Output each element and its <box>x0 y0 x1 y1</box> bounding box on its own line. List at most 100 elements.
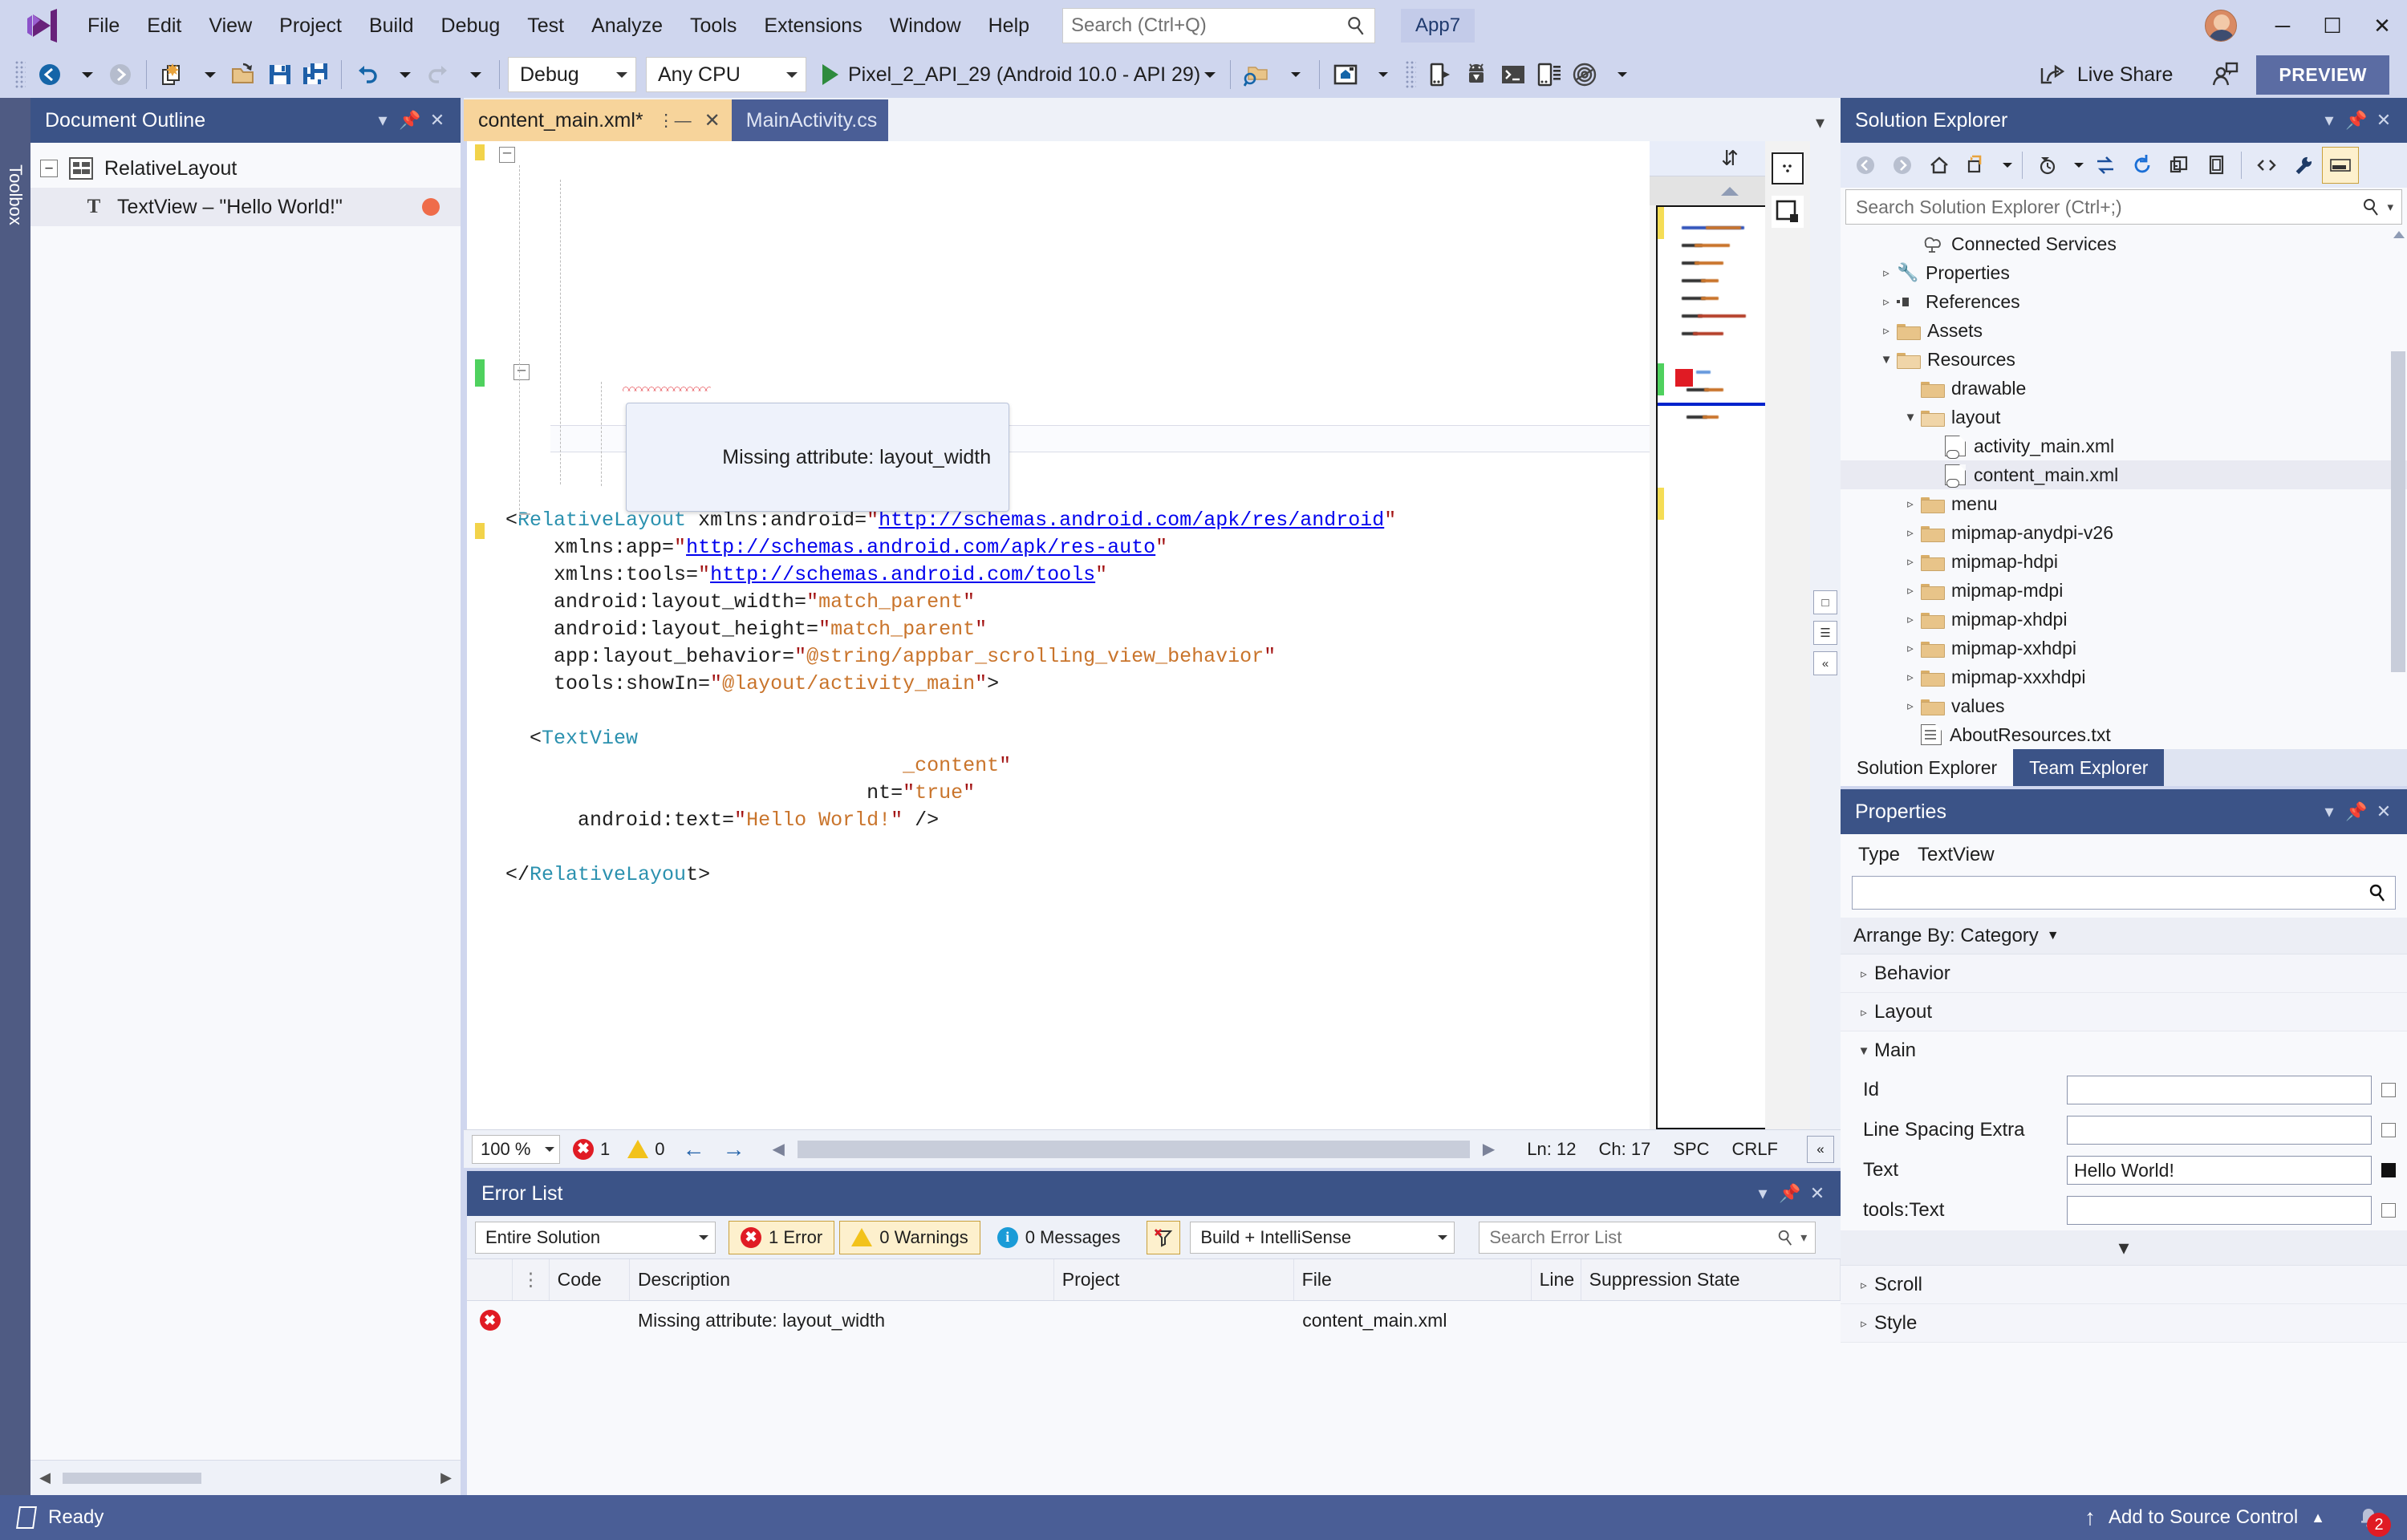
property-value-input[interactable]: Hello World! <box>2067 1156 2372 1185</box>
profiler-dropdown[interactable] <box>1602 57 1638 92</box>
close-icon[interactable]: ✕ <box>2370 107 2397 134</box>
close-button[interactable]: ✕ <box>2357 0 2407 51</box>
collapse-icon[interactable]: « <box>1807 1135 1834 1163</box>
close-icon[interactable]: ✕ <box>704 109 720 132</box>
tab-team-explorer[interactable]: Team Explorer <box>2013 749 2165 786</box>
undo-dropdown[interactable] <box>385 57 420 92</box>
minimize-button[interactable]: ─ <box>2258 0 2308 51</box>
solution-platform-combo[interactable]: Any CPU <box>646 57 806 92</box>
property-value-input[interactable] <box>2067 1116 2372 1145</box>
tree-item-mipmap-xxhdpi[interactable]: ▹ mipmap-xxhdpi <box>1841 634 2407 663</box>
preview-selected-items-icon[interactable] <box>2322 147 2359 184</box>
profiler-icon[interactable] <box>1567 57 1602 92</box>
solution-explorer-scrollbar[interactable] <box>2391 231 2405 743</box>
editor-warning-count[interactable]: 0 <box>627 1139 665 1160</box>
scroll-left-icon[interactable]: ◀ <box>30 1469 59 1486</box>
error-source-combo[interactable]: Build + IntelliSense <box>1190 1221 1455 1254</box>
invite-person-icon[interactable] <box>2206 57 2243 92</box>
navigate-back-dropdown[interactable] <box>67 57 103 92</box>
property-marker[interactable] <box>2381 1163 2396 1177</box>
tree-item-menu[interactable]: ▹ menu <box>1841 489 2407 518</box>
avatar[interactable] <box>2205 10 2237 42</box>
property-row-line-spacing-extra[interactable]: Line Spacing Extra <box>1841 1110 2407 1150</box>
new-file-dropdown[interactable] <box>190 57 225 92</box>
tree-item-properties[interactable]: ▹ 🔧 Properties <box>1841 258 2407 287</box>
code-text[interactable]: ─ ─ <RelativeLayout xmlns:android="http:… <box>494 141 1650 1129</box>
indent-mode[interactable]: SPC <box>1673 1139 1709 1160</box>
menu-build[interactable]: Build <box>355 9 428 43</box>
tree-item-mipmap-anydpi-v26[interactable]: ▹ mipmap-anydpi-v26 <box>1841 518 2407 547</box>
pin-icon[interactable]: 📌 <box>1776 1180 1804 1207</box>
twisty-icon[interactable]: ▹ <box>1876 323 1897 338</box>
properties-icon[interactable] <box>2285 147 2322 184</box>
code-surface[interactable]: ─ ─ <RelativeLayout xmlns:android="http:… <box>467 141 1841 1129</box>
save-all-icon[interactable] <box>298 57 333 92</box>
toolbox-rail[interactable]: Toolbox <box>0 98 30 1495</box>
editor-error-count[interactable]: ✖ 1 <box>573 1138 610 1160</box>
tab-content-main-xml[interactable]: content_main.xml* ⋮— ✕ <box>464 99 732 141</box>
close-icon[interactable]: ✕ <box>424 107 451 134</box>
error-scope-combo[interactable]: Entire Solution <box>475 1221 716 1254</box>
tree-item-values[interactable]: ▹ values <box>1841 691 2407 720</box>
pin-icon[interactable]: 📌 <box>396 107 424 134</box>
errors-filter-button[interactable]: ✖ 1 Error <box>729 1220 835 1254</box>
sync-with-active-document-icon[interactable] <box>1958 147 1995 184</box>
fold-toggle-textview[interactable]: ─ <box>513 364 530 380</box>
toolbar-dropdown-small[interactable] <box>1276 57 1311 92</box>
property-row-id[interactable]: Id <box>1841 1070 2407 1110</box>
twisty-icon[interactable]: ▹ <box>1900 670 1921 684</box>
android-sdk-icon[interactable] <box>1458 57 1495 92</box>
designer-dropdown[interactable] <box>1363 57 1398 92</box>
tree-item-mipmap-hdpi[interactable]: ▹ mipmap-hdpi <box>1841 547 2407 576</box>
navigate-forward-icon[interactable] <box>103 57 138 92</box>
menu-help[interactable]: Help <box>975 9 1043 43</box>
property-row-tools-text[interactable]: tools:Text <box>1841 1190 2407 1230</box>
arrow-right-icon[interactable]: → <box>723 1137 745 1162</box>
twisty-icon[interactable]: ▹ <box>1900 583 1921 598</box>
tree-item-drawable[interactable]: drawable <box>1841 374 2407 403</box>
menu-tools[interactable]: Tools <box>676 9 750 43</box>
twisty-icon[interactable]: ▹ <box>1900 496 1921 511</box>
chevron-down-icon[interactable]: ▾ <box>2387 200 2393 214</box>
pin-icon[interactable]: 📌 <box>2343 798 2370 825</box>
column-suppression-state[interactable]: Suppression State <box>1581 1259 1841 1300</box>
scroll-right-icon[interactable]: ▶ <box>1483 1139 1495 1159</box>
navigate-back-icon[interactable] <box>32 57 67 92</box>
tree-item-mipmap-xhdpi[interactable]: ▹ mipmap-xhdpi <box>1841 605 2407 634</box>
chevron-down-icon[interactable] <box>1995 147 2015 184</box>
chevron-down-icon[interactable]: ▾ <box>1800 1230 1807 1246</box>
zoom-level-combo[interactable]: 100 % <box>472 1134 560 1164</box>
twisty-icon[interactable]: ▹ <box>1876 294 1897 309</box>
property-marker[interactable] <box>2381 1083 2396 1097</box>
tree-item-assets[interactable]: ▹ Assets <box>1841 316 2407 345</box>
chevron-down-icon[interactable]: ▾ <box>2316 107 2343 134</box>
column-project[interactable]: Project <box>1054 1259 1294 1300</box>
tree-item-mipmap-xxxhdpi[interactable]: ▹ mipmap-xxxhdpi <box>1841 663 2407 691</box>
android-device-manager-icon[interactable] <box>1239 57 1276 92</box>
property-value-input[interactable] <box>2067 1196 2372 1225</box>
switch-views-icon[interactable] <box>2087 147 2124 184</box>
column-description[interactable]: Description <box>630 1259 1054 1300</box>
pending-changes-icon[interactable] <box>2029 147 2066 184</box>
editor-hscrollbar[interactable]: ◀ ▶ <box>772 1138 1496 1160</box>
outline-item-textview[interactable]: T TextView – "Hello World!" <box>30 188 461 226</box>
line-ending[interactable]: CRLF <box>1732 1139 1778 1160</box>
property-marker[interactable] <box>2381 1203 2396 1218</box>
menu-analyze[interactable]: Analyze <box>578 9 676 43</box>
undo-icon[interactable] <box>350 57 385 92</box>
tree-item-connected-services[interactable]: Connected Services <box>1841 229 2407 258</box>
menu-file[interactable]: File <box>74 9 133 43</box>
back-icon[interactable] <box>1847 147 1884 184</box>
collapse-all-icon[interactable] <box>2161 147 2198 184</box>
forward-icon[interactable] <box>1884 147 1921 184</box>
scroll-right-icon[interactable]: ▶ <box>432 1469 461 1486</box>
home-icon[interactable] <box>1921 147 1958 184</box>
tree-item-layout[interactable]: ▼ layout <box>1841 403 2407 432</box>
warnings-filter-button[interactable]: 0 Warnings <box>839 1220 980 1254</box>
properties-show-more-chevron-down-icon[interactable]: ▾ <box>1841 1230 2407 1266</box>
menu-extensions[interactable]: Extensions <box>750 9 875 43</box>
column-line[interactable]: Line <box>1532 1259 1581 1300</box>
twisty-icon[interactable]: ▼ <box>1876 353 1897 367</box>
twisty-icon[interactable]: ▹ <box>1900 612 1921 626</box>
solution-configuration-combo[interactable]: Debug <box>508 57 636 92</box>
